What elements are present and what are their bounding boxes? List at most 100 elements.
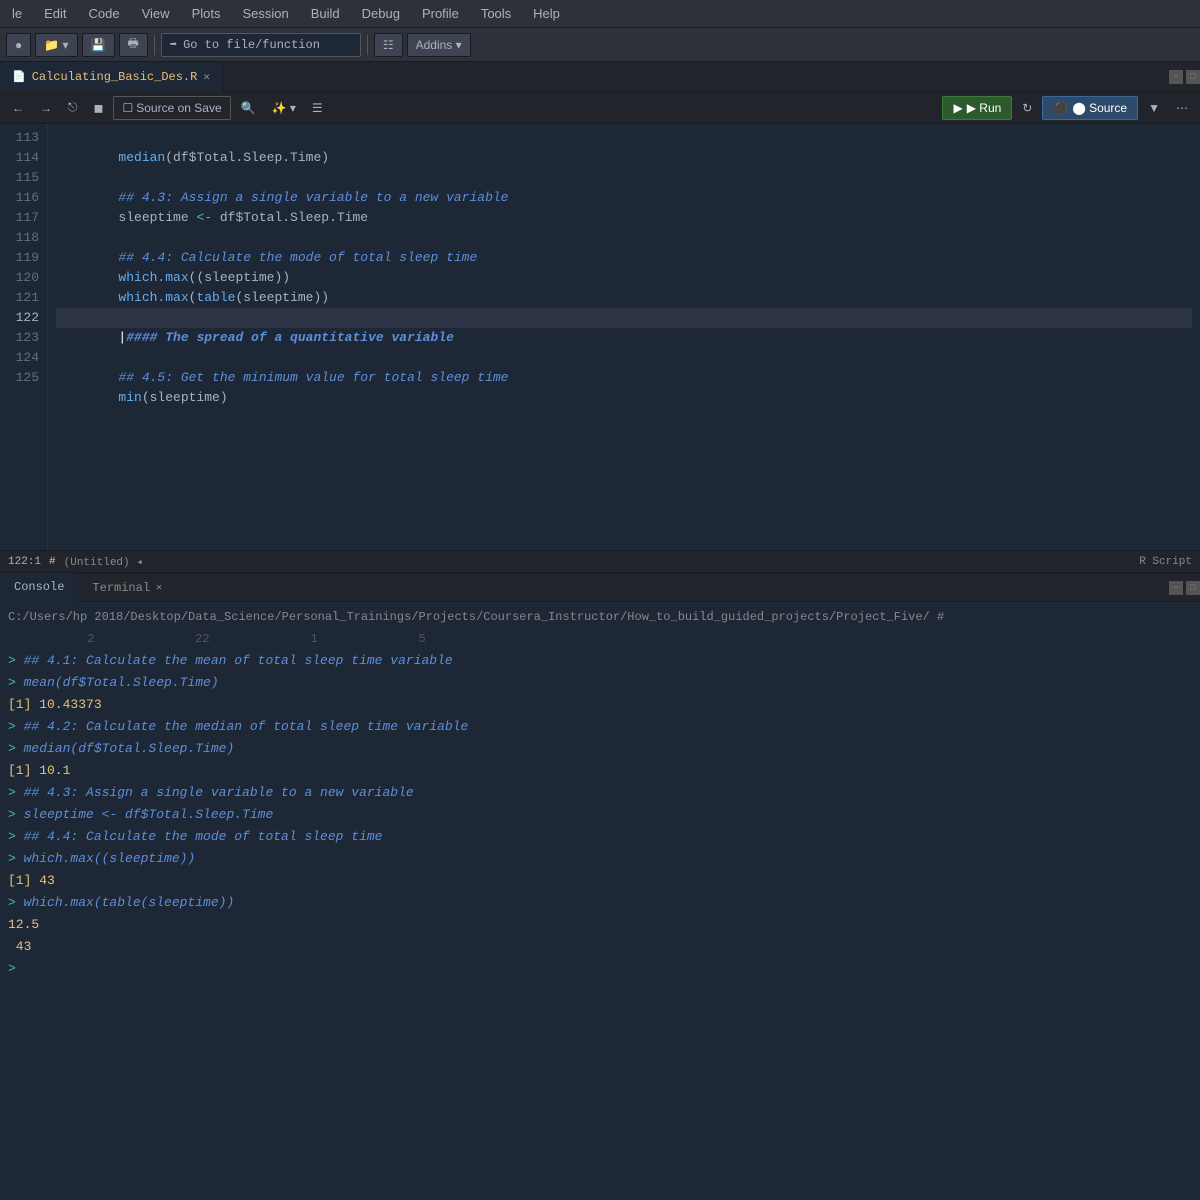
line-num-113: 113 (8, 128, 39, 148)
prompt-icon-2: > (8, 672, 24, 694)
console-output[interactable]: C:/Users/hp 2018/Desktop/Data_Science/Pe… (0, 602, 1200, 984)
re-run-button[interactable]: ↻ (1016, 96, 1038, 120)
menu-le[interactable]: le (8, 4, 26, 23)
source-dropdown-button[interactable]: ▼ (1142, 96, 1166, 120)
console-command-4: median(df$Total.Sleep.Time) (24, 738, 235, 760)
console-tab-label: Console (14, 580, 64, 594)
maximize-console-button[interactable]: □ (1186, 581, 1200, 595)
console-line-5: > median(df$Total.Sleep.Time) (8, 738, 1192, 760)
menu-session[interactable]: Session (238, 4, 292, 23)
status-hash-icon: # (49, 556, 56, 568)
console-tab-terminal[interactable]: Terminal ✕ (78, 573, 176, 603)
save-button[interactable]: 💾 (82, 33, 115, 57)
menu-code[interactable]: Code (85, 4, 124, 23)
forward-button[interactable]: → (34, 96, 58, 120)
prompt-icon-6: > (8, 804, 24, 826)
menu-edit[interactable]: Edit (40, 4, 70, 23)
code-editor: 113 114 115 116 117 118 119 120 121 122 … (0, 124, 1200, 550)
diff-button[interactable]: ◼ (88, 96, 110, 120)
editor-toolbar: ← → ⎋ ◼ ☐ Source on Save 🔍 ✨ ▾ ☰ ▶ ▶ Run… (0, 92, 1200, 124)
menu-debug[interactable]: Debug (358, 4, 404, 23)
console-path-line: C:/Users/hp 2018/Desktop/Data_Science/Pe… (8, 606, 1192, 628)
console-line-4: > ## 4.2: Calculate the median of total … (8, 716, 1192, 738)
source-label: ⬤ Source (1072, 101, 1127, 115)
console-line-3: [1] 10.43373 (8, 694, 1192, 716)
console-command-2: mean(df$Total.Sleep.Time) (24, 672, 219, 694)
console-line-10: > which.max((sleeptime)) (8, 848, 1192, 870)
console-tab-bar: Console Terminal ✕ − □ (0, 572, 1200, 602)
goto-file-box[interactable]: ➡ Go to file/function (161, 33, 361, 57)
console-output-1: 12.5 (8, 914, 39, 936)
console-line-6: [1] 10.1 (8, 760, 1192, 782)
search-button[interactable]: 🔍 (235, 96, 262, 120)
code-line-124: ## 4.5: Get the minimum value for total … (56, 348, 1192, 368)
prompt-icon-1: > (8, 650, 24, 672)
code-content[interactable]: median(df$Total.Sleep.Time) ## 4.3: Assi… (48, 124, 1200, 550)
back-button[interactable]: ← (6, 96, 30, 120)
editor-tab-active[interactable]: 📄 Calculating_Basic_Des.R ✕ (0, 62, 223, 92)
open-file-button[interactable]: 📁 ▾ (35, 33, 77, 57)
menu-plots[interactable]: Plots (188, 4, 225, 23)
source-on-save-button[interactable]: ☐ Source on Save (113, 96, 230, 120)
magic-button[interactable]: ✨ ▾ (266, 96, 302, 120)
line-num-121: 121 (8, 288, 39, 308)
run-label: ▶ Run (967, 101, 1002, 115)
console-command-5: ## 4.3: Assign a single variable to a ne… (24, 782, 414, 804)
minimize-editor-button[interactable]: − (1169, 70, 1183, 84)
new-file-button[interactable]: ● (6, 33, 31, 57)
source-on-save-checkbox: ☐ (122, 101, 133, 115)
toolbar-separator-2 (367, 35, 368, 55)
console-result-2: [1] 10.1 (8, 760, 70, 782)
console-tab-console[interactable]: Console (0, 573, 78, 603)
line-num-124: 124 (8, 348, 39, 368)
line-num-119: 119 (8, 248, 39, 268)
goto-arrow-icon: ➡ (170, 37, 177, 52)
console-output-2: 43 (8, 936, 31, 958)
line-num-125: 125 (8, 368, 39, 388)
code-line-113: median(df$Total.Sleep.Time) (56, 128, 1192, 148)
menu-help[interactable]: Help (529, 4, 564, 23)
more-options-button[interactable]: ⋯ (1170, 96, 1194, 120)
console-line-1: > ## 4.1: Calculate the mean of total sl… (8, 650, 1192, 672)
line-num-117: 117 (8, 208, 39, 228)
console-line-12: > which.max(table(sleeptime)) (8, 892, 1192, 914)
line-numbers: 113 114 115 116 117 118 119 120 121 122 … (0, 124, 48, 550)
menu-build[interactable]: Build (307, 4, 344, 23)
console-command-7: ## 4.4: Calculate the mode of total slee… (24, 826, 383, 848)
console-cursor-line: > (8, 958, 1192, 980)
source-button[interactable]: ⚫ ⬤ Source (1042, 96, 1138, 120)
list-button[interactable]: ☰ (306, 96, 329, 120)
grid-icon-button[interactable]: ☷ (374, 33, 403, 57)
line-num-122: 122 (8, 308, 39, 328)
minimize-console-button[interactable]: − (1169, 581, 1183, 595)
console-ruler-line: 2 22 1 5 (8, 628, 1192, 650)
console-command-3: ## 4.2: Calculate the median of total sl… (24, 716, 469, 738)
code-line-122: #### The spread of a quantitative variab… (56, 308, 1192, 328)
maximize-editor-button[interactable]: □ (1186, 70, 1200, 84)
print-button[interactable]: 🖶 (119, 33, 148, 57)
compile-button[interactable]: ⎋ (62, 96, 84, 120)
menu-profile[interactable]: Profile (418, 4, 463, 23)
tab-close-icon[interactable]: ✕ (203, 70, 210, 84)
console-working-dir: C:/Users/hp 2018/Desktop/Data_Science/Pe… (8, 606, 944, 628)
console-cursor: > (8, 958, 24, 980)
addins-button[interactable]: Addins ▾ (407, 33, 471, 57)
line-num-114: 114 (8, 148, 39, 168)
menu-tools[interactable]: Tools (477, 4, 515, 23)
status-file-label[interactable]: (Untitled) ◂ (64, 555, 143, 569)
code-line-118: ## 4.4: Calculate the mode of total slee… (56, 228, 1192, 248)
terminal-tab-close-icon[interactable]: ✕ (156, 582, 162, 594)
line-num-120: 120 (8, 268, 39, 288)
menu-view[interactable]: View (138, 4, 174, 23)
console-line-14: 43 (8, 936, 1192, 958)
run-button[interactable]: ▶ ▶ Run (942, 96, 1012, 120)
prompt-icon-9: > (8, 892, 24, 914)
goto-placeholder-text: Go to file/function (183, 38, 320, 52)
console-container: Console Terminal ✕ − □ C:/Users/hp 2018/… (0, 572, 1200, 984)
source-dot-icon: ⚫ (1053, 101, 1068, 115)
prompt-icon-4: > (8, 738, 24, 760)
line-num-118: 118 (8, 228, 39, 248)
code-line-115: ## 4.3: Assign a single variable to a ne… (56, 168, 1192, 188)
console-line-11: [1] 43 (8, 870, 1192, 892)
console-line-8: > sleeptime <- df$Total.Sleep.Time (8, 804, 1192, 826)
